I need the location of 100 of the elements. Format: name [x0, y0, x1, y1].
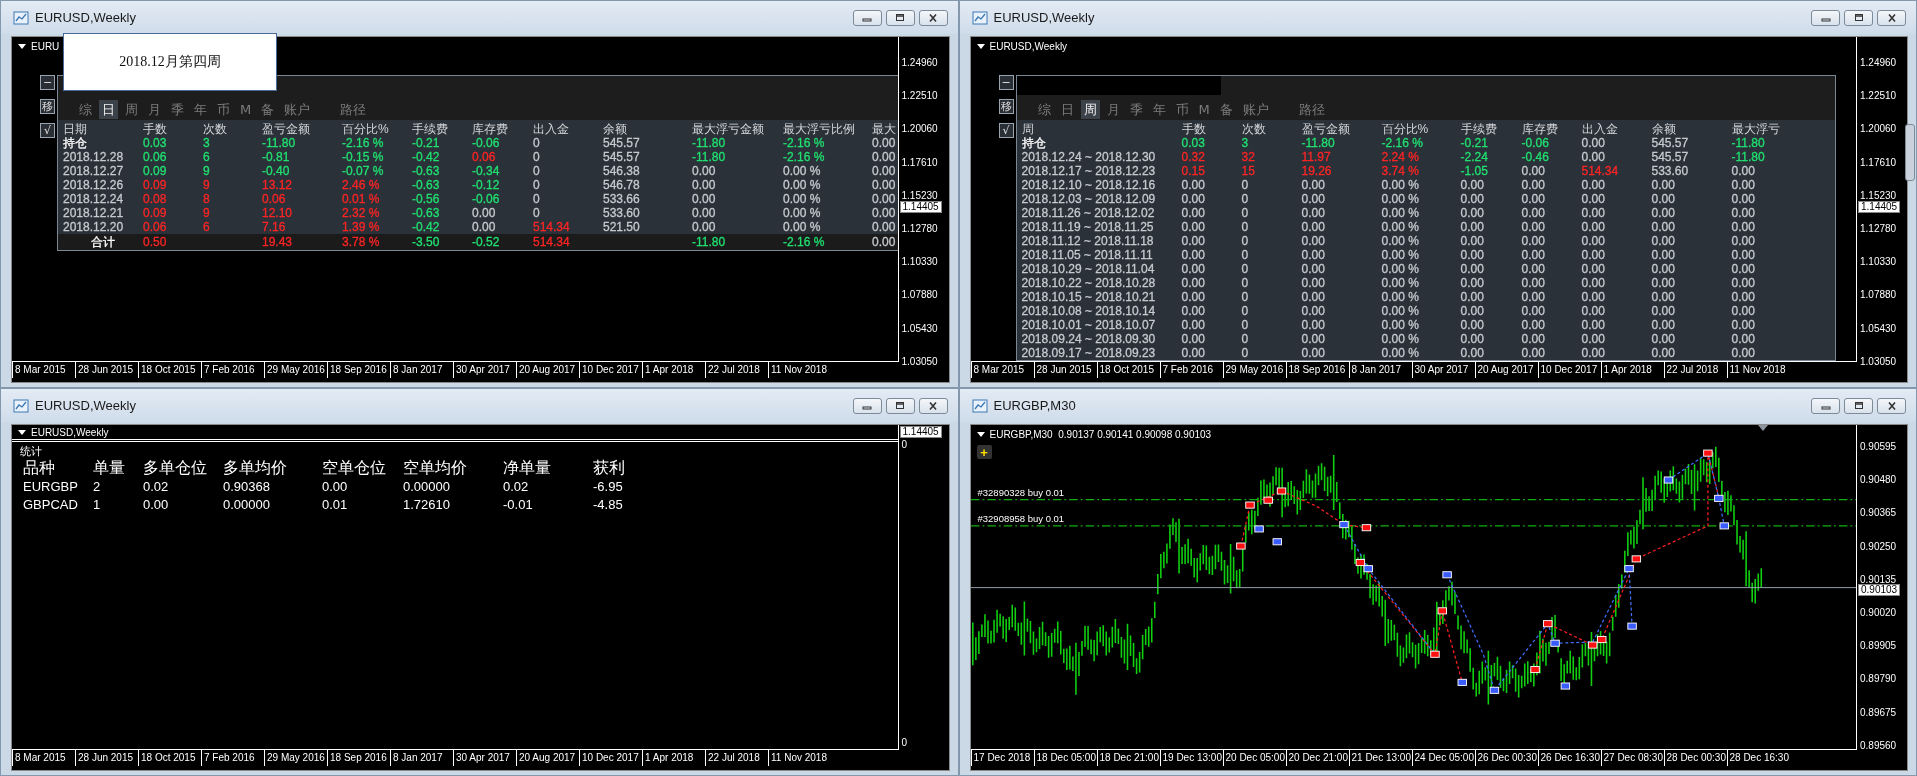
panel-side-button[interactable]: √: [998, 123, 1014, 138]
tab[interactable]: 综: [76, 99, 95, 119]
tab[interactable]: 季: [168, 99, 187, 119]
restore-button[interactable]: [885, 9, 915, 26]
tab[interactable]: M: [237, 99, 255, 119]
table-cell: -11.80: [262, 136, 296, 150]
order-label: #32890328 buy 0.01: [977, 486, 1065, 498]
table-cell: 0.00: [1460, 192, 1484, 206]
tab[interactable]: M: [1195, 99, 1213, 119]
close-button[interactable]: [918, 9, 948, 26]
table-cell: 546.38: [603, 164, 640, 178]
price-label: 1.24960: [1860, 57, 1897, 68]
table-cell: 0.08: [143, 192, 167, 206]
tab[interactable]: 日: [1057, 99, 1077, 119]
time-label: 18 Dec 05:00: [1033, 750, 1097, 766]
table-cell: 2018.12.26: [63, 178, 124, 192]
window-title: EURUSD,Weekly: [35, 398, 136, 413]
tab[interactable]: 路径: [1295, 99, 1328, 119]
table-cell: 2018.12.03 ~ 2018.12.09: [1021, 192, 1156, 206]
tab[interactable]: 备: [1216, 99, 1236, 119]
table-cell: 0.00: [1460, 206, 1484, 220]
tab[interactable]: 账户: [1239, 99, 1272, 119]
tab[interactable]: 综: [1034, 99, 1054, 119]
table-cell: 0.00: [1581, 346, 1605, 360]
table-cell: 0.09: [143, 178, 167, 192]
restore-button[interactable]: [885, 397, 915, 414]
close-button[interactable]: [918, 397, 948, 414]
table-cell: 0.00: [1521, 262, 1545, 276]
table-cell: 2018.11.26 ~ 2018.12.02: [1021, 206, 1155, 220]
time-label: 22 Jul 2018: [705, 362, 768, 378]
table-cell: 0: [533, 206, 540, 220]
tab[interactable]: 路径: [337, 99, 370, 119]
table-cell: 0: [1241, 206, 1249, 220]
table-cell-text: 2: [93, 478, 102, 496]
table-cell: 0.00 %: [783, 164, 821, 178]
tab[interactable]: 年: [1149, 99, 1169, 119]
chart-shift-icon[interactable]: [1758, 425, 1768, 431]
table-cell: 0.00: [1181, 262, 1205, 276]
column-header: 余额: [603, 122, 628, 136]
price-label: 0.90595: [1860, 441, 1897, 452]
table-cell: -0.81: [262, 150, 290, 164]
table-cell: 3.74 %: [1381, 164, 1419, 178]
chart-symbol-label: EURU: [31, 41, 60, 53]
column-header: 手续费: [412, 122, 449, 136]
time-label: 11 Nov 2018: [1726, 362, 1790, 378]
panel-side-button[interactable]: √: [40, 123, 55, 138]
column-header: 库存费: [1521, 122, 1559, 136]
tab[interactable]: 季: [1126, 99, 1146, 119]
tab[interactable]: 年: [191, 99, 210, 119]
restore-button[interactable]: [1844, 397, 1873, 414]
table-cell: 0.00: [1181, 248, 1205, 262]
tab[interactable]: 月: [1103, 99, 1123, 119]
price-label: 1.07880: [901, 289, 938, 301]
table-cell: -0.15 %: [342, 150, 384, 164]
table-cell: 545.57: [1651, 150, 1689, 164]
price-label: 1.20060: [901, 123, 938, 135]
panel-side-button[interactable]: −: [998, 75, 1014, 90]
table-cell-text: 0.02: [143, 478, 170, 496]
time-label: 24 Dec 05:00: [1411, 750, 1475, 766]
scrollbar-thumb[interactable]: [1905, 124, 1915, 181]
close-button[interactable]: [1877, 397, 1906, 414]
close-button[interactable]: [1877, 9, 1906, 26]
tab[interactable]: 账户: [281, 99, 314, 119]
tab[interactable]: 月: [145, 99, 164, 119]
table-cell: 0: [1241, 290, 1249, 304]
panel-side-button[interactable]: −: [40, 75, 55, 90]
table-cell-text: EURGBP: [23, 478, 79, 496]
chart-window-icon: [971, 9, 988, 26]
table-cell: 0: [533, 178, 540, 192]
time-label: 30 Apr 2017: [453, 750, 516, 766]
tab[interactable]: 币: [214, 99, 233, 119]
table-cell: -2.16 %: [783, 150, 825, 164]
time-label: 30 Apr 2017: [453, 362, 516, 378]
tab[interactable]: 备: [258, 99, 278, 119]
time-label: 8 Mar 2015: [12, 750, 75, 766]
table-cell: 0.00: [1181, 276, 1205, 290]
table-cell: 7.16: [262, 220, 286, 234]
table-cell: 0.00: [1581, 136, 1605, 150]
column-header: 最大浮亏比例: [783, 122, 856, 136]
column-header: 手数: [1181, 122, 1207, 136]
time-label: 26 Dec 16:30: [1537, 750, 1601, 766]
tab[interactable]: 周: [122, 99, 141, 119]
add-button[interactable]: +: [976, 445, 992, 459]
column-header: 品种: [23, 458, 56, 478]
panel-side-button[interactable]: 移: [998, 99, 1014, 114]
chart-symbol-label: EURGBP,M30 0.90137 0.90141 0.90098 0.90103: [989, 429, 1212, 441]
table-cell: 0.00: [1731, 206, 1755, 220]
tab[interactable]: 日: [99, 99, 118, 119]
restore-button[interactable]: [1844, 9, 1873, 26]
panel-side-button[interactable]: 移: [40, 99, 55, 114]
table-cell: 0.00: [1651, 234, 1675, 248]
table-cell: 0.06: [472, 150, 496, 164]
price-label: 0.90020: [1860, 607, 1897, 618]
table-cell: 0.00: [1731, 234, 1755, 248]
table-cell: 0.00: [1521, 178, 1545, 192]
table-cell: 0.00: [1301, 304, 1325, 318]
tab[interactable]: 币: [1172, 99, 1192, 119]
tab[interactable]: 周: [1080, 99, 1100, 119]
table-cell: -11.80: [692, 136, 726, 150]
table-cell: 1.39 %: [342, 220, 380, 234]
